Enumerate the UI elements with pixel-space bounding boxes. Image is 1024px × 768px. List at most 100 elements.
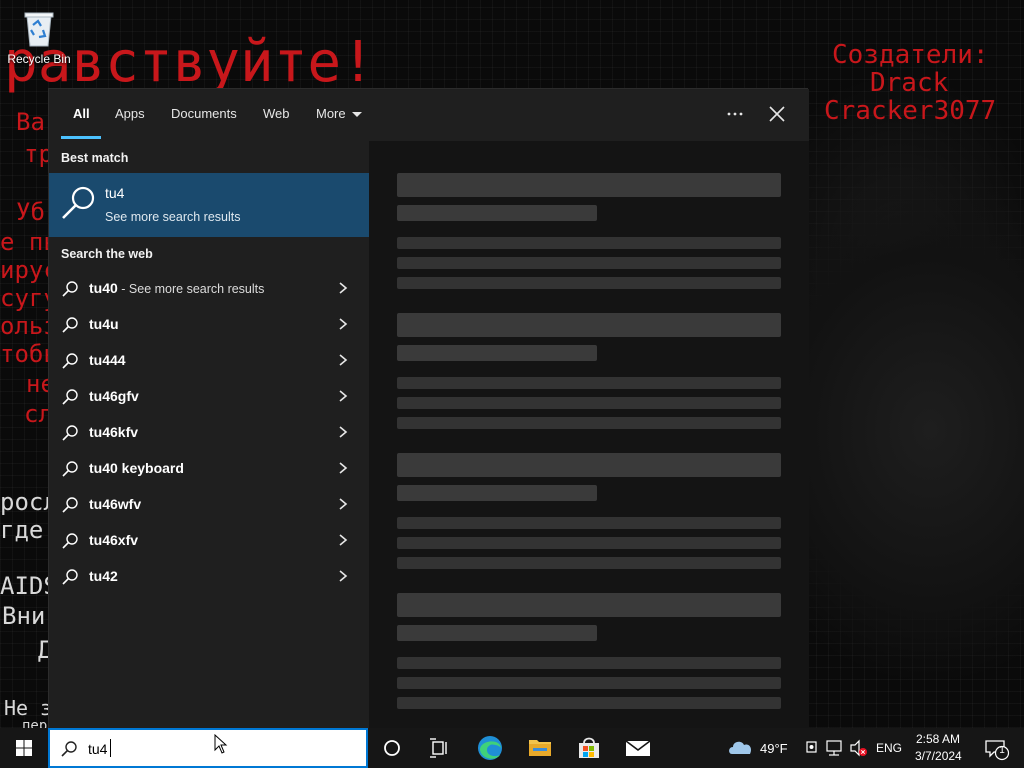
wallpaper-fragment: Не з bbox=[4, 696, 53, 720]
more-options-button[interactable] bbox=[721, 103, 749, 127]
search-icon bbox=[62, 569, 78, 585]
chevron-right-icon bbox=[339, 498, 348, 510]
preview-placeholder-bar bbox=[397, 517, 781, 529]
network-tray-button[interactable] bbox=[824, 728, 846, 768]
web-result-label: tu40 - See more search results bbox=[89, 280, 264, 296]
text-caret bbox=[110, 739, 111, 757]
web-result-row[interactable]: tu46wfv bbox=[49, 486, 369, 522]
ellipsis-icon bbox=[727, 112, 743, 116]
preview-placeholder-bar bbox=[397, 677, 781, 689]
preview-placeholder-bar bbox=[397, 277, 781, 289]
preview-placeholder-bar bbox=[397, 417, 781, 429]
web-result-label: tu42 bbox=[89, 568, 118, 584]
store-button[interactable] bbox=[568, 728, 610, 768]
web-result-text: tu46wfv bbox=[89, 496, 142, 512]
web-result-text: tu46xfv bbox=[89, 532, 139, 548]
wallpaper-creator-1: Drack bbox=[870, 68, 949, 98]
people-tray-button[interactable] bbox=[802, 728, 822, 768]
web-result-row[interactable]: tu40 keyboard bbox=[49, 450, 369, 486]
web-result-label: tu46xfv bbox=[89, 532, 138, 548]
mouse-cursor-icon bbox=[214, 734, 228, 754]
preview-placeholder-bar bbox=[397, 237, 781, 249]
wallpaper-creators-title: Создатели: bbox=[832, 40, 989, 70]
file-explorer-button[interactable] bbox=[518, 728, 562, 768]
chevron-right-icon bbox=[339, 318, 348, 330]
web-result-label: tu444 bbox=[89, 352, 126, 368]
store-bag-icon bbox=[579, 737, 599, 758]
task-view-button[interactable] bbox=[420, 728, 460, 768]
recycle-bin-shortcut[interactable]: Recycle Bin bbox=[4, 6, 74, 66]
recycle-bin-label: Recycle Bin bbox=[7, 52, 71, 66]
search-icon bbox=[62, 497, 78, 513]
mail-button[interactable] bbox=[616, 728, 660, 768]
web-result-row[interactable]: tu4u bbox=[49, 306, 369, 342]
web-result-row[interactable]: tu46kfv bbox=[49, 414, 369, 450]
cortana-circle-icon bbox=[384, 740, 400, 756]
web-result-text: tu4u bbox=[89, 316, 119, 332]
language-indicator[interactable]: ENG bbox=[876, 741, 902, 755]
web-result-row[interactable]: tu40 - See more search results bbox=[49, 270, 369, 306]
best-match-item[interactable]: tu4 See more search results bbox=[49, 173, 369, 237]
mail-icon bbox=[625, 740, 651, 756]
volume-muted-icon bbox=[850, 739, 867, 757]
tab-web[interactable]: Web bbox=[263, 106, 290, 121]
tab-all[interactable]: All bbox=[73, 106, 90, 121]
wallpaper-fragment: Ва bbox=[16, 108, 45, 136]
preview-placeholder-bar bbox=[397, 397, 781, 409]
clock-time[interactable]: 2:58 AM bbox=[916, 732, 960, 746]
search-icon bbox=[61, 741, 77, 757]
preview-placeholder-bar bbox=[397, 557, 781, 569]
best-match-title: tu4 bbox=[105, 185, 125, 201]
web-result-row[interactable]: tu46gfv bbox=[49, 378, 369, 414]
web-result-text: tu46gfv bbox=[89, 388, 139, 404]
search-icon bbox=[62, 533, 78, 549]
windows-logo-icon bbox=[16, 740, 32, 756]
search-icon bbox=[62, 461, 78, 477]
search-results-list: Best match tu4 See more search results S… bbox=[49, 141, 369, 729]
preview-placeholder-bar bbox=[397, 453, 781, 477]
tab-more[interactable]: More bbox=[316, 106, 362, 121]
web-result-suffix: - See more search results bbox=[117, 282, 265, 296]
notification-count: 1 bbox=[999, 745, 1005, 756]
wallpaper-creator-2: Cracker3077 bbox=[824, 96, 997, 126]
web-result-row[interactable]: tu46xfv bbox=[49, 522, 369, 558]
cloud-icon bbox=[729, 741, 752, 754]
preview-placeholder-bar bbox=[397, 205, 597, 221]
cortana-button[interactable] bbox=[372, 728, 412, 768]
active-tab-indicator bbox=[61, 136, 101, 139]
preview-placeholder-bar bbox=[397, 313, 781, 337]
task-view-icon bbox=[430, 738, 447, 758]
close-button[interactable] bbox=[762, 103, 790, 127]
tab-apps[interactable]: Apps bbox=[115, 106, 145, 121]
search-icon bbox=[62, 353, 78, 369]
web-result-label: tu4u bbox=[89, 316, 119, 332]
search-icon bbox=[62, 317, 78, 333]
preview-placeholder-bar bbox=[397, 657, 781, 669]
chevron-down-icon bbox=[351, 112, 362, 118]
chevron-right-icon bbox=[339, 570, 348, 582]
taskbar-search-box[interactable] bbox=[48, 728, 368, 768]
preview-pane bbox=[369, 141, 809, 729]
tab-documents[interactable]: Documents bbox=[171, 106, 237, 121]
web-result-row[interactable]: tu42 bbox=[49, 558, 369, 594]
edge-browser-button[interactable] bbox=[470, 728, 510, 768]
preview-placeholder-bar bbox=[397, 537, 781, 549]
search-icon bbox=[62, 389, 78, 405]
weather-widget[interactable] bbox=[726, 728, 754, 768]
action-center-button[interactable]: 1 bbox=[978, 728, 1018, 768]
web-result-text: tu40 keyboard bbox=[89, 460, 184, 476]
clock-date[interactable]: 3/7/2024 bbox=[915, 749, 962, 763]
volume-tray-button[interactable] bbox=[848, 728, 870, 768]
preview-placeholder-bar bbox=[397, 345, 597, 361]
preview-placeholder-bar bbox=[397, 485, 597, 501]
search-icon bbox=[62, 425, 78, 441]
device-icon bbox=[806, 741, 817, 753]
start-button[interactable] bbox=[0, 728, 48, 768]
web-result-row[interactable]: tu444 bbox=[49, 342, 369, 378]
chevron-right-icon bbox=[339, 354, 348, 366]
preview-placeholder-bar bbox=[397, 625, 597, 641]
network-icon bbox=[826, 740, 842, 756]
best-match-subtitle: See more search results bbox=[105, 210, 241, 224]
best-match-heading: Best match bbox=[61, 151, 129, 165]
search-icon bbox=[62, 281, 78, 297]
